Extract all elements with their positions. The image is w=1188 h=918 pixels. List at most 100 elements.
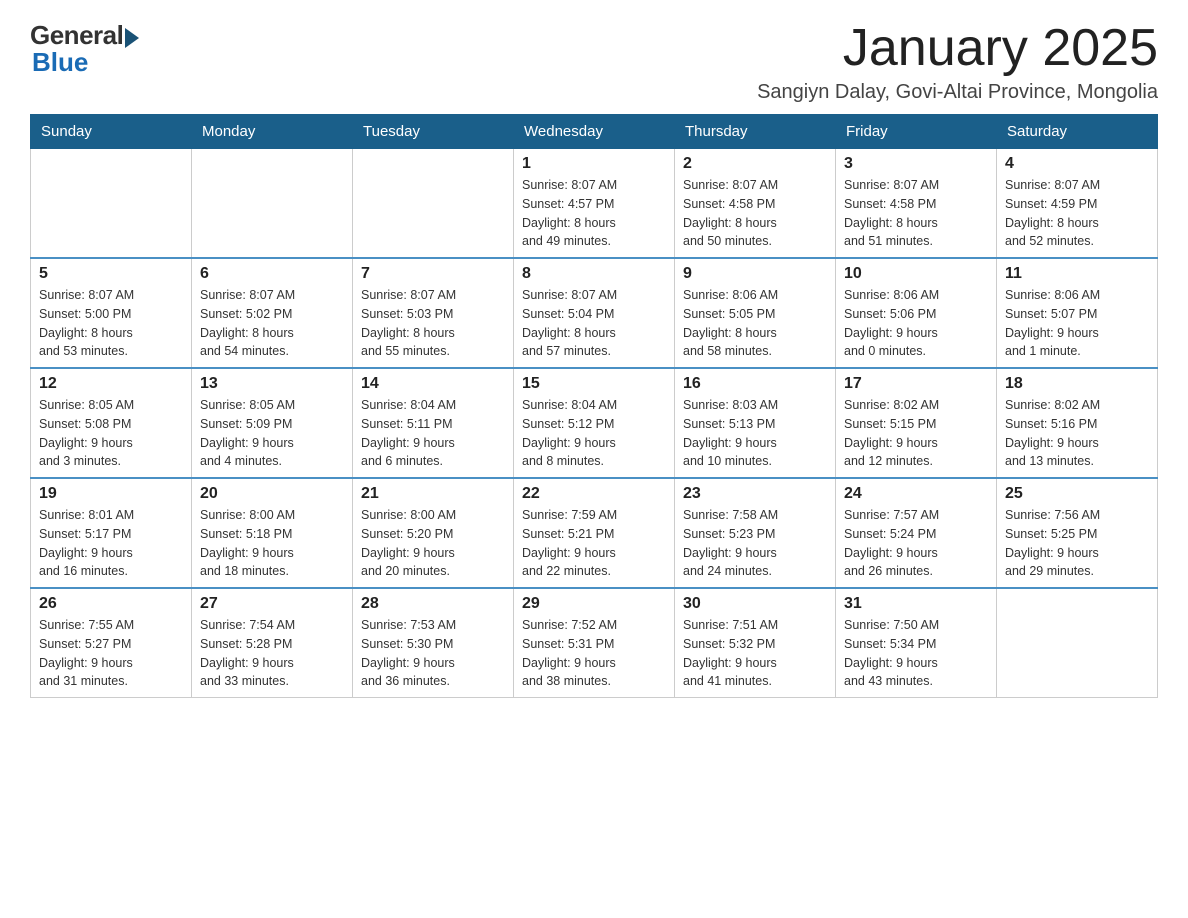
day-number: 19 <box>39 485 183 503</box>
day-number: 26 <box>39 595 183 613</box>
calendar-cell: 16 Sunrise: 8:03 AM Sunset: 5:13 PM Dayli… <box>675 368 836 478</box>
calendar-cell <box>192 149 353 259</box>
day-number: 31 <box>844 595 988 613</box>
day-info: Sunrise: 8:01 AM Sunset: 5:17 PM Dayligh… <box>39 506 183 581</box>
day-info: Sunrise: 8:06 AM Sunset: 5:06 PM Dayligh… <box>844 286 988 361</box>
weekday-header-wednesday: Wednesday <box>514 115 675 149</box>
day-number: 27 <box>200 595 344 613</box>
day-number: 2 <box>683 155 827 173</box>
calendar-cell: 26 Sunrise: 7:55 AM Sunset: 5:27 PM Dayli… <box>31 588 192 698</box>
day-number: 8 <box>522 265 666 283</box>
day-info: Sunrise: 7:59 AM Sunset: 5:21 PM Dayligh… <box>522 506 666 581</box>
calendar-cell: 10 Sunrise: 8:06 AM Sunset: 5:06 PM Dayli… <box>836 258 997 368</box>
logo-arrow-icon <box>125 28 139 48</box>
day-info: Sunrise: 7:51 AM Sunset: 5:32 PM Dayligh… <box>683 616 827 691</box>
day-number: 6 <box>200 265 344 283</box>
day-number: 1 <box>522 155 666 173</box>
calendar-cell: 30Sunrise: 7:51 AM Sunset: 5:32 PM Dayli… <box>675 588 836 698</box>
calendar-cell: 17 Sunrise: 8:02 AM Sunset: 5:15 PM Dayli… <box>836 368 997 478</box>
calendar-cell: 29 Sunrise: 7:52 AM Sunset: 5:31 PM Dayli… <box>514 588 675 698</box>
weekday-header-friday: Friday <box>836 115 997 149</box>
calendar-cell: 28 Sunrise: 7:53 AM Sunset: 5:30 PM Dayli… <box>353 588 514 698</box>
calendar-cell: 4Sunrise: 8:07 AM Sunset: 4:59 PM Daylig… <box>997 149 1158 259</box>
calendar-cell: 22 Sunrise: 7:59 AM Sunset: 5:21 PM Dayli… <box>514 478 675 588</box>
calendar-table: SundayMondayTuesdayWednesdayThursdayFrid… <box>30 114 1158 698</box>
day-info: Sunrise: 7:53 AM Sunset: 5:30 PM Dayligh… <box>361 616 505 691</box>
month-title: January 2025 <box>757 20 1158 77</box>
calendar-cell: 13 Sunrise: 8:05 AM Sunset: 5:09 PM Dayli… <box>192 368 353 478</box>
day-number: 28 <box>361 595 505 613</box>
day-number: 22 <box>522 485 666 503</box>
calendar-cell <box>997 588 1158 698</box>
calendar-cell: 2 Sunrise: 8:07 AM Sunset: 4:58 PM Daylig… <box>675 149 836 259</box>
day-info: Sunrise: 7:55 AM Sunset: 5:27 PM Dayligh… <box>39 616 183 691</box>
day-info: Sunrise: 8:00 AM Sunset: 5:20 PM Dayligh… <box>361 506 505 581</box>
calendar-cell: 21 Sunrise: 8:00 AM Sunset: 5:20 PM Dayli… <box>353 478 514 588</box>
day-info: Sunrise: 8:07 AM Sunset: 5:02 PM Dayligh… <box>200 286 344 361</box>
day-number: 17 <box>844 375 988 393</box>
day-number: 5 <box>39 265 183 283</box>
day-number: 25 <box>1005 485 1149 503</box>
day-number: 9 <box>683 265 827 283</box>
day-info: Sunrise: 8:02 AM Sunset: 5:16 PM Dayligh… <box>1005 396 1149 471</box>
calendar-cell: 24Sunrise: 7:57 AM Sunset: 5:24 PM Dayli… <box>836 478 997 588</box>
day-number: 11 <box>1005 265 1149 283</box>
day-info: Sunrise: 8:00 AM Sunset: 5:18 PM Dayligh… <box>200 506 344 581</box>
day-info: Sunrise: 7:58 AM Sunset: 5:23 PM Dayligh… <box>683 506 827 581</box>
day-info: Sunrise: 8:07 AM Sunset: 4:57 PM Dayligh… <box>522 176 666 251</box>
day-info: Sunrise: 8:05 AM Sunset: 5:09 PM Dayligh… <box>200 396 344 471</box>
day-number: 3 <box>844 155 988 173</box>
day-info: Sunrise: 8:07 AM Sunset: 5:00 PM Dayligh… <box>39 286 183 361</box>
day-info: Sunrise: 8:05 AM Sunset: 5:08 PM Dayligh… <box>39 396 183 471</box>
day-info: Sunrise: 8:06 AM Sunset: 5:05 PM Dayligh… <box>683 286 827 361</box>
calendar-cell: 6 Sunrise: 8:07 AM Sunset: 5:02 PM Daylig… <box>192 258 353 368</box>
day-info: Sunrise: 7:50 AM Sunset: 5:34 PM Dayligh… <box>844 616 988 691</box>
calendar-cell: 31 Sunrise: 7:50 AM Sunset: 5:34 PM Dayli… <box>836 588 997 698</box>
calendar-cell: 18Sunrise: 8:02 AM Sunset: 5:16 PM Dayli… <box>997 368 1158 478</box>
calendar-week-2: 5 Sunrise: 8:07 AM Sunset: 5:00 PM Daylig… <box>31 258 1158 368</box>
weekday-header-tuesday: Tuesday <box>353 115 514 149</box>
day-info: Sunrise: 8:07 AM Sunset: 5:03 PM Dayligh… <box>361 286 505 361</box>
calendar-header-row: SundayMondayTuesdayWednesdayThursdayFrid… <box>31 115 1158 149</box>
calendar-cell <box>353 149 514 259</box>
calendar-week-1: 1 Sunrise: 8:07 AM Sunset: 4:57 PM Daylig… <box>31 149 1158 259</box>
day-number: 15 <box>522 375 666 393</box>
day-info: Sunrise: 7:54 AM Sunset: 5:28 PM Dayligh… <box>200 616 344 691</box>
calendar-cell: 27 Sunrise: 7:54 AM Sunset: 5:28 PM Dayli… <box>192 588 353 698</box>
calendar-cell: 23 Sunrise: 7:58 AM Sunset: 5:23 PM Dayli… <box>675 478 836 588</box>
logo: General Blue <box>30 20 139 78</box>
calendar-cell: 15 Sunrise: 8:04 AM Sunset: 5:12 PM Dayli… <box>514 368 675 478</box>
weekday-header-thursday: Thursday <box>675 115 836 149</box>
calendar-cell: 8 Sunrise: 8:07 AM Sunset: 5:04 PM Daylig… <box>514 258 675 368</box>
calendar-cell: 20Sunrise: 8:00 AM Sunset: 5:18 PM Dayli… <box>192 478 353 588</box>
day-number: 29 <box>522 595 666 613</box>
day-info: Sunrise: 8:07 AM Sunset: 5:04 PM Dayligh… <box>522 286 666 361</box>
day-info: Sunrise: 8:04 AM Sunset: 5:11 PM Dayligh… <box>361 396 505 471</box>
logo-blue-text: Blue <box>30 47 88 78</box>
day-info: Sunrise: 8:03 AM Sunset: 5:13 PM Dayligh… <box>683 396 827 471</box>
calendar-cell: 19 Sunrise: 8:01 AM Sunset: 5:17 PM Dayli… <box>31 478 192 588</box>
day-number: 10 <box>844 265 988 283</box>
day-info: Sunrise: 8:07 AM Sunset: 4:59 PM Dayligh… <box>1005 176 1149 251</box>
calendar-cell: 9 Sunrise: 8:06 AM Sunset: 5:05 PM Daylig… <box>675 258 836 368</box>
day-number: 16 <box>683 375 827 393</box>
location-subtitle: Sangiyn Dalay, Govi-Altai Province, Mong… <box>757 81 1158 104</box>
calendar-cell: 1 Sunrise: 8:07 AM Sunset: 4:57 PM Daylig… <box>514 149 675 259</box>
title-area: January 2025 Sangiyn Dalay, Govi-Altai P… <box>757 20 1158 104</box>
day-info: Sunrise: 8:04 AM Sunset: 5:12 PM Dayligh… <box>522 396 666 471</box>
day-number: 7 <box>361 265 505 283</box>
day-info: Sunrise: 8:07 AM Sunset: 4:58 PM Dayligh… <box>844 176 988 251</box>
day-info: Sunrise: 8:02 AM Sunset: 5:15 PM Dayligh… <box>844 396 988 471</box>
day-info: Sunrise: 8:07 AM Sunset: 4:58 PM Dayligh… <box>683 176 827 251</box>
calendar-cell: 5 Sunrise: 8:07 AM Sunset: 5:00 PM Daylig… <box>31 258 192 368</box>
calendar-week-3: 12 Sunrise: 8:05 AM Sunset: 5:08 PM Dayli… <box>31 368 1158 478</box>
day-number: 12 <box>39 375 183 393</box>
calendar-week-5: 26 Sunrise: 7:55 AM Sunset: 5:27 PM Dayli… <box>31 588 1158 698</box>
day-info: Sunrise: 7:57 AM Sunset: 5:24 PM Dayligh… <box>844 506 988 581</box>
day-info: Sunrise: 7:52 AM Sunset: 5:31 PM Dayligh… <box>522 616 666 691</box>
day-number: 23 <box>683 485 827 503</box>
day-number: 14 <box>361 375 505 393</box>
day-info: Sunrise: 7:56 AM Sunset: 5:25 PM Dayligh… <box>1005 506 1149 581</box>
day-number: 21 <box>361 485 505 503</box>
day-number: 13 <box>200 375 344 393</box>
